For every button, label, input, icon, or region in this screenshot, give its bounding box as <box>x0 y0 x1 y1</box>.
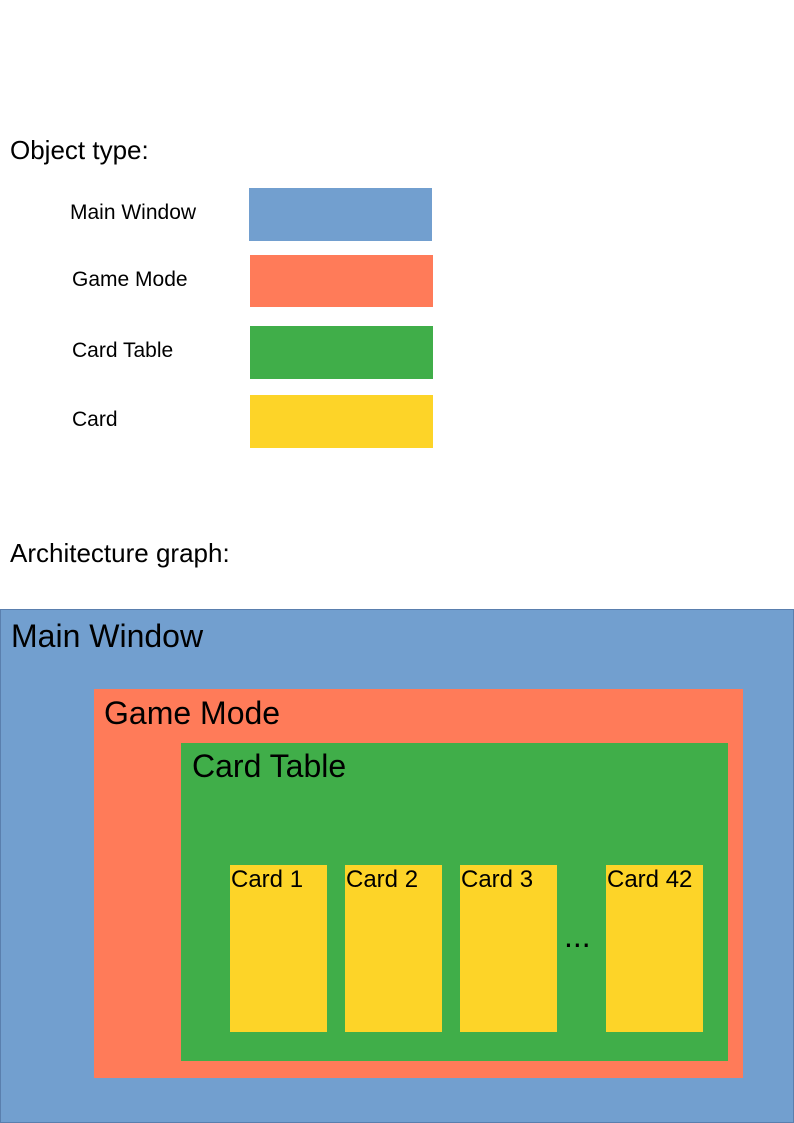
card-box-3: Card 3 <box>460 865 557 1032</box>
card-table-title: Card Table <box>192 748 347 784</box>
game-mode-title: Game Mode <box>104 695 281 731</box>
card-box-42: Card 42 <box>606 865 703 1032</box>
legend-label-card: Card <box>72 408 118 431</box>
legend-swatch-card <box>250 395 433 448</box>
card-box-1: Card 1 <box>230 865 327 1032</box>
card-label-3: Card 3 <box>461 866 534 893</box>
main-window-title: Main Window <box>11 618 204 654</box>
legend-heading: Object type: <box>10 135 149 165</box>
card-label-1: Card 1 <box>231 866 304 893</box>
card-box-2: Card 2 <box>345 865 442 1032</box>
legend-label-card-table: Card Table <box>72 339 174 362</box>
legend-swatch-main-window <box>249 188 432 241</box>
legend-swatch-game-mode <box>250 255 433 307</box>
card-label-42: Card 42 <box>607 866 693 893</box>
cards-ellipsis: ... <box>564 918 591 954</box>
architecture-heading: Architecture graph: <box>10 538 230 568</box>
legend-label-game-mode: Game Mode <box>72 268 188 291</box>
card-label-2: Card 2 <box>346 866 419 893</box>
legend-swatch-card-table <box>250 326 433 379</box>
legend-label-main-window: Main Window <box>70 201 197 224</box>
